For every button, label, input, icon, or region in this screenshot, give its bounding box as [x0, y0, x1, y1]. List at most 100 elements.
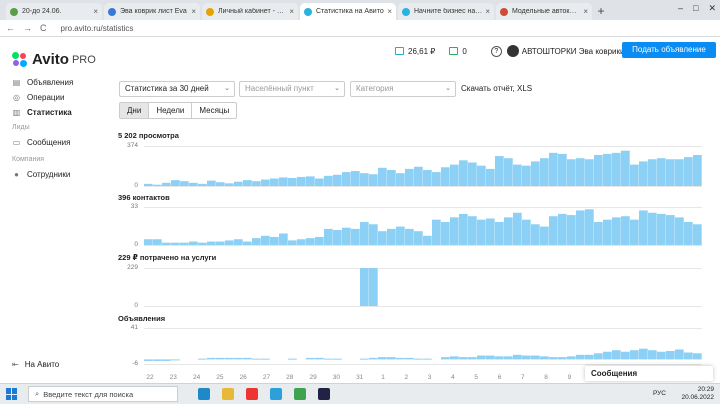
chart-bar[interactable]	[261, 358, 270, 360]
chart-bar[interactable]	[459, 160, 468, 186]
chart-bar[interactable]	[594, 154, 603, 186]
back-icon[interactable]: ←	[6, 23, 15, 33]
chart-bar[interactable]	[369, 174, 378, 186]
sidebar-item-listings[interactable]: ▤ Объявления	[12, 78, 74, 87]
chart-bar[interactable]	[414, 358, 423, 360]
chrome-app-icon[interactable]	[294, 388, 306, 400]
chart-bar[interactable]	[468, 357, 477, 360]
chart-bar[interactable]	[585, 354, 594, 360]
edge-app-icon[interactable]	[198, 388, 210, 400]
chart-bar[interactable]	[207, 241, 216, 245]
chart-bar[interactable]	[657, 351, 666, 360]
browser-tab[interactable]: 20-до 24.06. ×	[6, 3, 102, 20]
chart-bar[interactable]	[252, 358, 261, 360]
chart-bar[interactable]	[612, 350, 621, 360]
sidebar-item-messages[interactable]: ▭ Сообщения	[12, 138, 71, 147]
chart-bar[interactable]	[540, 158, 549, 186]
chart-bar[interactable]	[216, 182, 225, 186]
chart-bar[interactable]	[414, 166, 423, 186]
chart-bar[interactable]	[666, 215, 675, 245]
chart-bar[interactable]	[567, 159, 576, 186]
taskbar-search-input[interactable]: ⌕ Введите текст для поиска	[28, 386, 178, 402]
chart-bar[interactable]	[198, 183, 207, 186]
help-icon[interactable]: ?	[490, 45, 502, 57]
chart-bar[interactable]	[423, 235, 432, 245]
chart-bar[interactable]	[378, 357, 387, 360]
chart-bar[interactable]	[396, 173, 405, 186]
chart-bar[interactable]	[639, 161, 648, 186]
chart-bar[interactable]	[369, 224, 378, 245]
chart-bar[interactable]	[306, 238, 315, 245]
chart-bar[interactable]	[153, 359, 162, 361]
chart-bar[interactable]	[387, 357, 396, 360]
chart-bar[interactable]	[522, 165, 531, 186]
chart-bar[interactable]	[387, 169, 396, 186]
user-name[interactable]: АВТОШТОРКИ Эва коврики	[522, 47, 625, 56]
chart-bar[interactable]	[648, 212, 657, 245]
chart-bar[interactable]	[225, 240, 234, 245]
folder-app-icon[interactable]	[222, 388, 234, 400]
chart-bar[interactable]	[225, 183, 234, 186]
category-select[interactable]: Категория ⌄	[350, 81, 456, 97]
chart-bar[interactable]	[216, 357, 225, 360]
chart-bar[interactable]	[144, 239, 153, 245]
chart-bar[interactable]	[648, 350, 657, 360]
chart-bar[interactable]	[495, 356, 504, 360]
chart-bar[interactable]	[333, 174, 342, 186]
chart-bar[interactable]	[171, 359, 180, 361]
chart-bar[interactable]	[558, 213, 567, 245]
browser-tab[interactable]: Начните бизнес на Ав ×	[398, 3, 494, 20]
chart-bar[interactable]	[477, 219, 486, 245]
chart-bar[interactable]	[675, 349, 684, 360]
wallet-icon[interactable]	[395, 47, 404, 55]
chart-bar[interactable]	[198, 242, 207, 245]
chart-bar[interactable]	[594, 221, 603, 245]
messages-chat-button[interactable]: Сообщения	[585, 366, 713, 381]
chart-bar[interactable]	[522, 219, 531, 245]
chart-bar[interactable]	[549, 152, 558, 186]
chart-bar[interactable]	[342, 227, 351, 245]
chart-bar[interactable]	[153, 239, 162, 245]
chart-bar[interactable]	[297, 176, 306, 186]
chart-bar[interactable]	[513, 212, 522, 245]
chart-bar[interactable]	[468, 216, 477, 245]
chart-bar[interactable]	[576, 158, 585, 186]
chart-bar[interactable]	[594, 353, 603, 360]
chart-bar[interactable]	[657, 158, 666, 186]
chart-bar[interactable]	[531, 224, 540, 245]
post-ad-button[interactable]: Подать объявление	[622, 42, 716, 58]
chart-bar[interactable]	[234, 357, 243, 360]
chart-bar[interactable]	[360, 358, 369, 360]
close-tab-icon[interactable]: ×	[485, 7, 490, 16]
chart-bar[interactable]	[684, 221, 693, 245]
browser-tab[interactable]: Статистика на Авито ×	[300, 3, 396, 20]
chart-bar[interactable]	[387, 228, 396, 245]
chart-bar[interactable]	[144, 359, 153, 361]
chart-bar[interactable]	[243, 357, 252, 360]
chart-bar[interactable]	[162, 242, 171, 245]
chart-bar[interactable]	[315, 178, 324, 186]
chart-bar[interactable]	[279, 177, 288, 186]
chart-bar[interactable]	[504, 217, 513, 245]
chart-bar[interactable]	[612, 217, 621, 245]
chart-bar[interactable]	[504, 158, 513, 186]
chart-bar[interactable]	[639, 348, 648, 360]
chart-bar[interactable]	[252, 238, 261, 245]
chart-bar[interactable]	[603, 219, 612, 245]
chart-bar[interactable]	[207, 180, 216, 186]
chart-bar[interactable]	[261, 179, 270, 186]
chart-bar[interactable]	[279, 233, 288, 245]
clock-date[interactable]: 20.06.2022	[681, 394, 714, 402]
chart-bar[interactable]	[198, 358, 207, 360]
chart-bar[interactable]	[495, 221, 504, 245]
chart-bar[interactable]	[612, 152, 621, 186]
chart-bar[interactable]	[414, 231, 423, 245]
minimize-button[interactable]: –	[678, 3, 683, 14]
chart-bar[interactable]	[378, 231, 387, 245]
chart-bar[interactable]	[225, 357, 234, 360]
browser-tab[interactable]: Личный кабинет - Соз ×	[202, 3, 298, 20]
chart-bar[interactable]	[171, 180, 180, 186]
reload-icon[interactable]: C	[40, 23, 47, 33]
browser-tab[interactable]: Эва коврик лист Eva ×	[104, 3, 200, 20]
close-tab-icon[interactable]: ×	[387, 7, 392, 16]
